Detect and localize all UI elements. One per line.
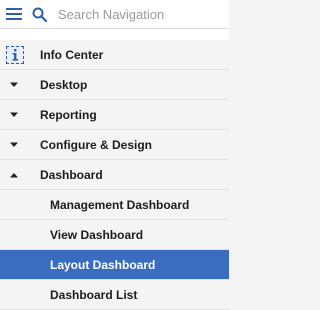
nav-item-info-center[interactable]: Info Center	[0, 40, 229, 70]
caret-up-icon	[10, 172, 18, 177]
nav-subitem-layout-dashboard[interactable]: Layout Dashboard	[0, 250, 229, 280]
search-icon[interactable]	[32, 6, 48, 22]
caret-down-icon	[10, 112, 18, 117]
nav-item-label: Info Center	[40, 47, 104, 62]
caret-down-icon	[10, 142, 18, 147]
nav-item-dashboard[interactable]: Dashboard	[0, 160, 229, 190]
nav-item-label: Desktop	[40, 77, 88, 92]
nav-subitem-label: Layout Dashboard	[50, 257, 156, 272]
search-bar	[0, 0, 229, 29]
nav-item-label: Configure & Design	[40, 137, 153, 152]
hamburger-menu-icon[interactable]	[6, 8, 22, 20]
nav-subitem-management-dashboard[interactable]: Management Dashboard	[0, 190, 229, 220]
info-icon	[6, 45, 24, 64]
spacer	[0, 29, 229, 40]
nav-subitem-label: Management Dashboard	[50, 197, 190, 212]
nav-item-label: Dashboard	[40, 167, 103, 182]
nav-subitem-label: View Dashboard	[50, 227, 144, 242]
caret-down-icon	[10, 82, 18, 87]
nav-item-desktop[interactable]: Desktop	[0, 70, 229, 100]
nav-item-label: Reporting	[40, 107, 97, 122]
search-input[interactable]	[58, 6, 208, 22]
nav-subitem-view-dashboard[interactable]: View Dashboard	[0, 220, 229, 250]
nav-subitem-label: Dashboard List	[50, 287, 138, 302]
nav-item-configure-design[interactable]: Configure & Design	[0, 130, 229, 160]
navigation-panel: Info Center Desktop Reporting Configure …	[0, 0, 229, 310]
nav-subitem-dashboard-list[interactable]: Dashboard List	[0, 280, 229, 310]
nav-item-reporting[interactable]: Reporting	[0, 100, 229, 130]
